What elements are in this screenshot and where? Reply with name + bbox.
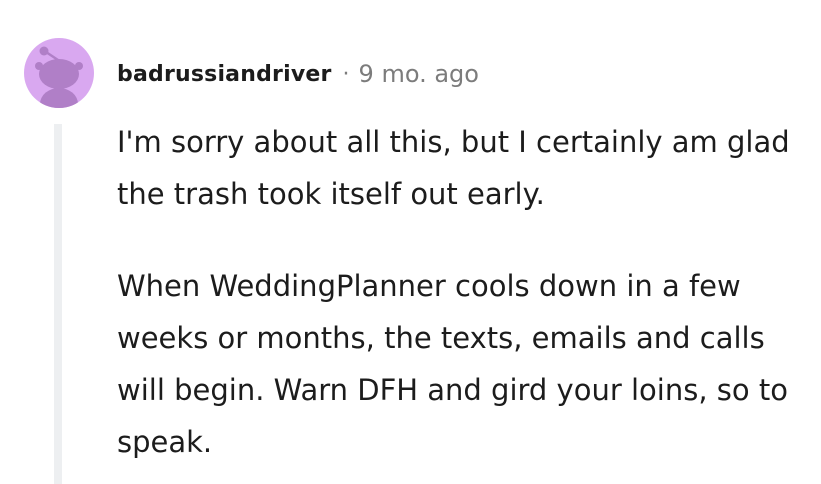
comment-timestamp[interactable]: 9 mo. ago [359, 60, 479, 88]
user-avatar[interactable] [24, 38, 94, 108]
comment: badrussiandriver · 9 mo. ago I'm sorry a… [0, 0, 821, 484]
comment-paragraph: When WeddingPlanner cools down in a few … [117, 269, 788, 459]
comment-meta: badrussiandriver · 9 mo. ago [117, 58, 479, 90]
author-username[interactable]: badrussiandriver [117, 62, 332, 87]
comment-paragraph: I'm sorry about all this, but I certainl… [117, 125, 790, 211]
thread-collapse-line[interactable] [54, 124, 62, 484]
comment-body: I'm sorry about all this, but I certainl… [117, 116, 807, 468]
meta-separator: · [342, 61, 350, 87]
snoo-avatar-icon [24, 38, 94, 108]
